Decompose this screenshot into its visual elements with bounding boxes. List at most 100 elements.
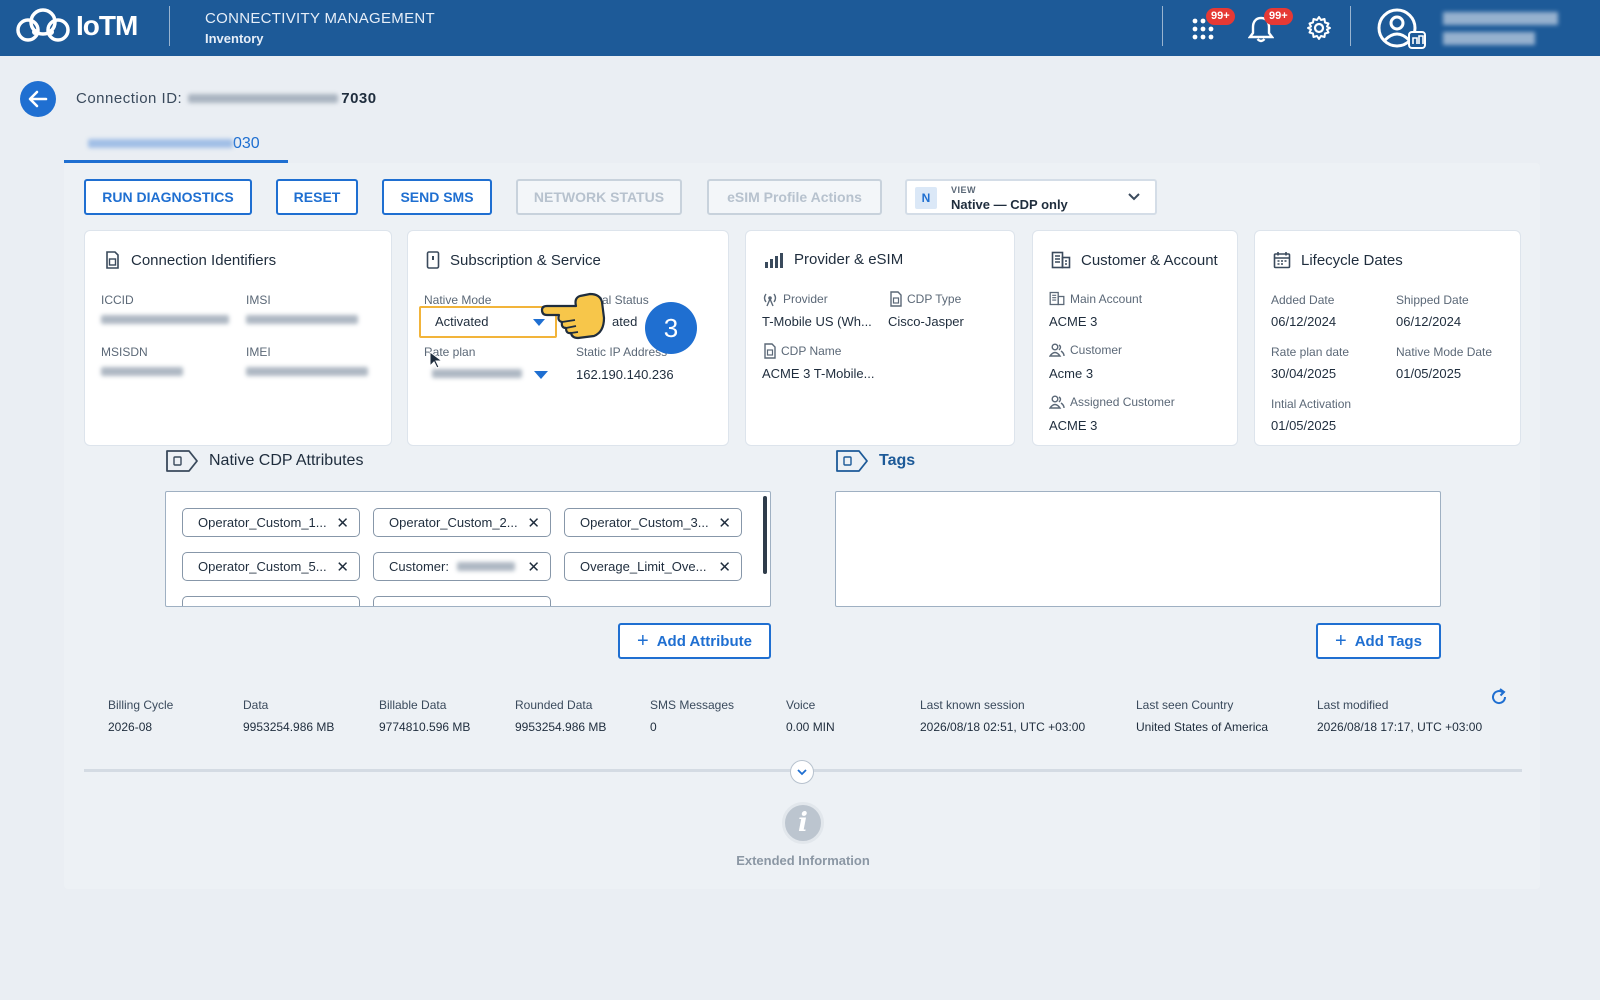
stat-value: 9774810.596 MB: [379, 720, 471, 734]
settings-button[interactable]: [1306, 12, 1338, 44]
general-status-value: ated: [612, 314, 638, 329]
iccid-value-redacted: [101, 315, 229, 324]
assigned-customer-label: Assigned Customer: [1049, 395, 1175, 409]
main-account-label-text: Main Account: [1070, 291, 1143, 306]
building-icon: [1049, 291, 1065, 306]
attribute-chip[interactable]: Overage_Limit_Ove... ✕: [564, 552, 742, 581]
attributes-section-title: Native CDP Attributes: [165, 449, 363, 473]
refresh-icon[interactable]: [1489, 687, 1509, 707]
mouse-cursor-icon: [429, 351, 444, 369]
tags-title-text: Tags: [879, 452, 916, 469]
attributes-list[interactable]: Operator_Custom_1... ✕ Operator_Custom_2…: [165, 491, 771, 607]
add-attribute-button[interactable]: + Add Attribute: [618, 623, 771, 659]
rate-plan-date-label: Rate plan date: [1271, 345, 1350, 359]
device-icon: [426, 251, 440, 269]
attribute-chip-label: Operator_Custom_2...: [389, 515, 518, 530]
view-select[interactable]: N VIEW Native — CDP only: [905, 179, 1157, 215]
tab-connection[interactable]: 030: [64, 127, 288, 163]
header-divider: [1162, 6, 1163, 46]
close-icon[interactable]: ✕: [718, 514, 731, 532]
step-marker: 3: [645, 302, 697, 354]
stat-value: 2026-08: [108, 720, 153, 734]
stat-label: Last seen Country: [1136, 698, 1234, 712]
logo[interactable]: IoTM: [14, 8, 138, 44]
rate-plan-value-redacted: [432, 369, 522, 378]
card-connection-identifiers: Connection Identifiers ICCID IMSI MSISDN…: [84, 230, 392, 446]
esim-profile-actions-button[interactable]: eSIM Profile Actions: [707, 179, 882, 215]
cdp-name-value: ACME 3 T-Mobile...: [762, 366, 875, 381]
close-icon[interactable]: ✕: [527, 558, 540, 576]
stat-label: Last modified: [1317, 698, 1389, 712]
notifications-badge: 99+: [1264, 8, 1293, 25]
attribute-chip-partial[interactable]: [182, 596, 360, 606]
reset-button[interactable]: RESET: [276, 179, 358, 215]
stat-value: 9953254.986 MB: [243, 720, 335, 734]
native-mode-label: Native Mode: [424, 293, 492, 307]
extended-information-label[interactable]: Extended Information: [700, 853, 906, 868]
imei-label: IMEI: [246, 345, 271, 359]
expand-button[interactable]: [790, 760, 814, 784]
notifications-button[interactable]: 99+: [1248, 8, 1293, 44]
attribute-chip[interactable]: Operator_Custom_3... ✕: [564, 508, 742, 537]
stat-label: Data: [243, 698, 269, 712]
stat-value: 0: [650, 720, 657, 734]
usage-stats: Billing Cycle 2026-08 Data 9953254.986 M…: [84, 676, 1522, 760]
antenna-icon: [763, 293, 777, 307]
card-provider-esim: Provider & eSIM Provider T-Mobile US (Wh…: [745, 230, 1015, 446]
signal-bars-icon: [765, 252, 783, 268]
attribute-chip[interactable]: Operator_Custom_1... ✕: [182, 508, 360, 537]
attribute-chip-partial[interactable]: [373, 596, 551, 606]
cloud-logo-icon: [16, 8, 70, 42]
network-status-button[interactable]: NETWORK STATUS: [516, 179, 682, 215]
apps-button[interactable]: 99+: [1190, 8, 1235, 44]
attribute-chip[interactable]: Operator_Custom_2... ✕: [373, 508, 551, 537]
rate-plan-caret-icon[interactable]: [534, 371, 548, 379]
user-group-icon: [1049, 395, 1065, 409]
calendar-icon: [1273, 252, 1291, 269]
native-mode-dropdown[interactable]: Activated: [419, 306, 557, 338]
card-title: Connection Identifiers: [103, 251, 276, 269]
close-icon[interactable]: ✕: [718, 558, 731, 576]
attribute-chip[interactable]: Operator_Custom_5... ✕: [182, 552, 360, 581]
card-title: Customer & Account: [1051, 251, 1218, 269]
provider-label: Provider: [762, 291, 828, 307]
iccid-label: ICCID: [101, 293, 134, 307]
tag-icon: [836, 450, 868, 472]
main-account-value: ACME 3: [1049, 314, 1098, 329]
user-group-icon: [1049, 343, 1065, 357]
add-tags-label: Add Tags: [1354, 632, 1422, 650]
attribute-chip-label: Overage_Limit_Ove...: [580, 559, 707, 574]
shipped-date-label: Shipped Date: [1396, 293, 1469, 307]
send-sms-button[interactable]: SEND SMS: [382, 179, 492, 215]
user-avatar[interactable]: [1377, 8, 1431, 50]
add-attribute-label: Add Attribute: [656, 632, 752, 650]
close-icon[interactable]: ✕: [336, 558, 349, 576]
run-diagnostics-button[interactable]: RUN DIAGNOSTICS: [84, 179, 252, 215]
attribute-chip-label: Customer:: [389, 559, 449, 574]
close-icon[interactable]: ✕: [527, 514, 540, 532]
user-account-icon: [1377, 8, 1426, 49]
attribute-chip[interactable]: Customer: ✕: [373, 552, 551, 581]
msisdn-label: MSISDN: [101, 345, 148, 359]
connection-id: Connection ID: 7030: [76, 90, 377, 107]
card-title-text: Connection Identifiers: [131, 251, 277, 269]
stat-value: 0.00 MIN: [786, 720, 835, 734]
cdp-name-label-text: CDP Name: [781, 344, 842, 358]
close-icon[interactable]: ✕: [336, 514, 349, 532]
view-label: VIEW: [951, 185, 977, 195]
stat-value: 9953254.986 MB: [515, 720, 607, 734]
tags-section-title: Tags: [835, 449, 915, 473]
user-name-redacted: [1443, 12, 1558, 25]
top-bar: IoTM CONNECTIVITY MANAGEMENT Inventory 9…: [0, 0, 1600, 56]
initial-activation-value: 01/05/2025: [1271, 418, 1337, 433]
stat-value: United States of America: [1136, 720, 1269, 734]
scrollbar-thumb[interactable]: [763, 496, 767, 574]
back-button[interactable]: [20, 81, 56, 117]
add-tags-button[interactable]: + Add Tags: [1316, 623, 1441, 659]
tags-list[interactable]: [835, 491, 1441, 607]
header-divider: [1350, 6, 1351, 46]
info-icon[interactable]: i: [782, 802, 824, 844]
assigned-customer-label-text: Assigned Customer: [1070, 395, 1175, 409]
added-date-value: 06/12/2024: [1271, 314, 1337, 329]
card-title-text: Customer & Account: [1081, 251, 1218, 269]
